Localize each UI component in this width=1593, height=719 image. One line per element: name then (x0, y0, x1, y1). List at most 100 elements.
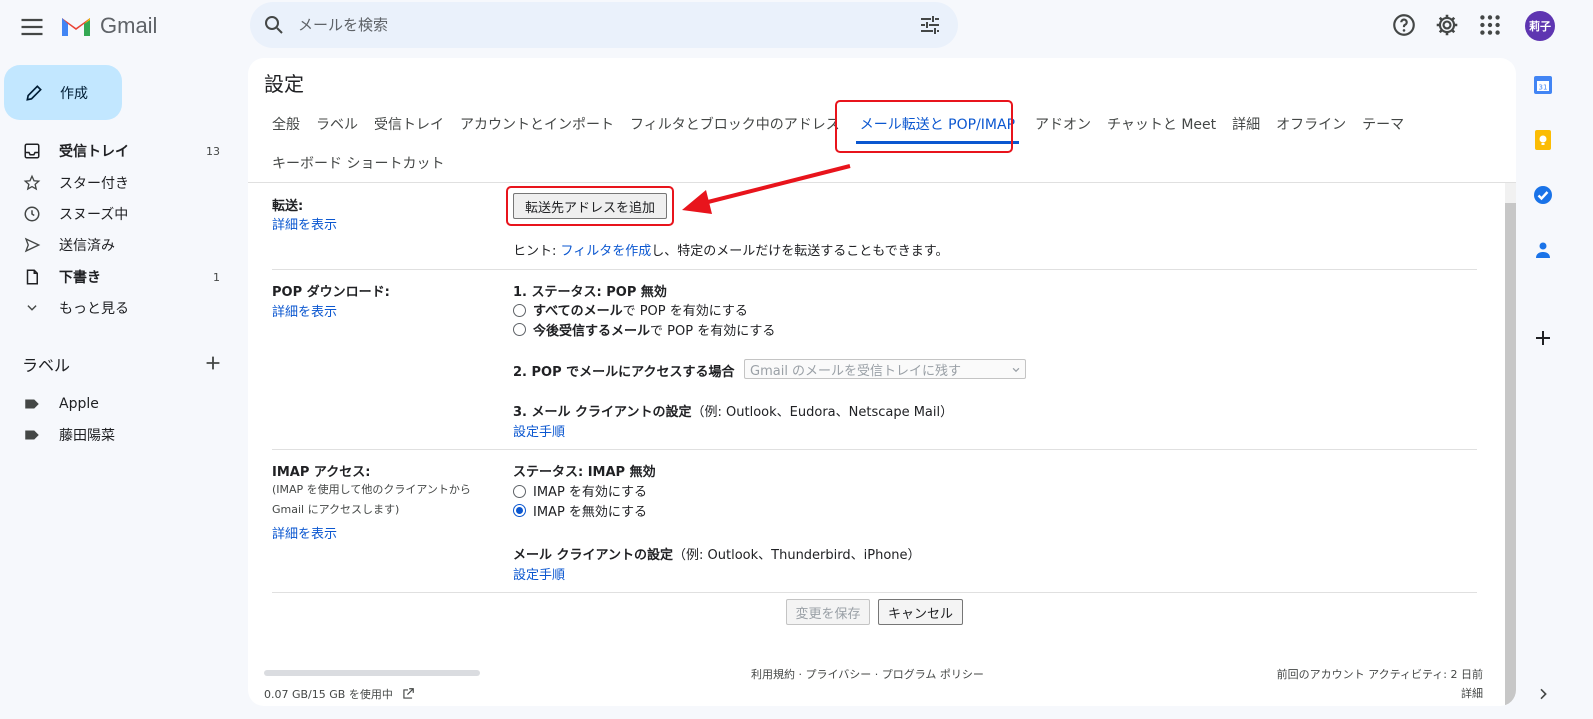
tab-filters-blocked[interactable]: フィルタとブロック中のアドレス (622, 114, 848, 134)
sidebar-item-sent[interactable]: 送信済み (0, 229, 236, 261)
main-menu-button[interactable] (18, 13, 46, 41)
annotation-highlight-button (506, 186, 674, 226)
pop-access-select[interactable]: Gmail のメールを受信トレイに残す (744, 359, 1026, 379)
labels-heading: ラベル (22, 356, 71, 375)
forwarding-label: 転送: (272, 199, 304, 214)
tab-labels[interactable]: ラベル (308, 114, 366, 134)
label-tag-icon (22, 425, 42, 445)
pencil-icon (26, 84, 42, 101)
imap-details-link[interactable]: 詳細を表示 (272, 523, 337, 542)
send-icon (22, 235, 42, 255)
section-divider (272, 449, 1477, 450)
chevron-down-icon (22, 298, 42, 318)
add-addon-icon[interactable] (1531, 326, 1555, 350)
keep-notes-icon[interactable] (1531, 128, 1555, 152)
forwarding-details-link[interactable]: 詳細を表示 (272, 214, 337, 233)
settings-gear-icon[interactable] (1434, 12, 1460, 38)
tab-inbox[interactable]: 受信トレイ (366, 114, 452, 134)
chevron-right-icon[interactable] (1535, 686, 1551, 702)
draft-icon (22, 267, 42, 287)
tab-themes[interactable]: テーマ (1354, 114, 1412, 134)
pop-all-mail-option: すべてのメールで POP を有効にする (533, 300, 748, 319)
last-activity: 前回のアカウント アクティビティ: 2 日前 (1276, 668, 1483, 681)
page-title: 設定 (264, 72, 304, 96)
compose-button[interactable]: 作成 (4, 65, 122, 120)
hint-suffix: し、特定のメールだけを転送することもできます。 (651, 244, 949, 259)
annotation-highlight-tab (835, 100, 1013, 153)
app-name: Gmail (100, 13, 158, 38)
tabs-divider (248, 182, 1516, 183)
client-bold: メール クライアントの設定 (513, 548, 674, 563)
search-bar[interactable] (250, 2, 958, 48)
imap-enable-radio[interactable] (513, 485, 526, 498)
compose-label: 作成 (60, 85, 88, 102)
sidebar-item-snoozed[interactable]: スヌーズ中 (0, 198, 236, 230)
annotation-arrow-icon (682, 164, 851, 214)
pop-setup-link[interactable]: 設定手順 (513, 421, 565, 440)
section-divider (272, 592, 1477, 593)
option-bold: 今後受信するメール (533, 324, 651, 339)
sidebar-item-starred[interactable]: スター付き (0, 167, 236, 199)
save-changes-button[interactable]: 変更を保存 (786, 599, 870, 625)
label-item-apple[interactable]: Apple (0, 388, 236, 420)
label-item-fujita[interactable]: 藤田陽菜 (0, 419, 236, 451)
tab-general[interactable]: 全般 (264, 114, 308, 134)
tab-offline[interactable]: オフライン (1268, 114, 1354, 134)
item-count: 1 (213, 270, 220, 284)
sidebar-item-drafts[interactable]: 下書き 1 (0, 261, 236, 293)
pop-all-mail-radio[interactable] (513, 304, 526, 317)
create-filter-link[interactable]: フィルタを作成 (561, 244, 652, 259)
storage-usage: 0.07 GB/15 GB を使用中 (264, 686, 415, 702)
imap-client-settings: メール クライアントの設定（例: Outlook、Thunderbird、iPh… (513, 544, 921, 563)
sidebar-item-label: もっと見る (59, 301, 129, 317)
cancel-button[interactable]: キャンセル (878, 599, 963, 625)
open-external-icon[interactable] (401, 687, 415, 701)
section-divider (272, 269, 1477, 270)
search-icon[interactable] (262, 13, 286, 37)
pop-status: 1. ステータス: POP 無効 (513, 285, 667, 300)
gmail-logo[interactable]: Gmail (60, 13, 157, 39)
sidebar-item-label: 下書き (59, 270, 101, 286)
sidebar-item-label: スヌーズ中 (59, 207, 129, 223)
option-rest: で POP を有効にする (622, 304, 748, 319)
gmail-m-icon (62, 18, 90, 36)
sidebar-item-more[interactable]: もっと見る (0, 292, 236, 324)
imap-disable-radio[interactable] (513, 504, 526, 517)
sidebar-item-inbox[interactable]: 受信トレイ 13 (0, 135, 236, 167)
tab-addons[interactable]: アドオン (1027, 114, 1099, 134)
hamburger-menu-icon (21, 18, 43, 36)
pop-new-mail-radio[interactable] (513, 323, 526, 336)
option-rest: で POP を有効にする (650, 324, 776, 339)
horizontal-scrollbar[interactable] (264, 670, 480, 676)
imap-note-line2: Gmail にアクセスします) (272, 503, 400, 516)
chevron-down-icon (1012, 367, 1020, 373)
pop-details-link[interactable]: 詳細を表示 (272, 301, 337, 320)
account-avatar[interactable]: 莉子 (1525, 11, 1555, 41)
label-name: Apple (59, 396, 99, 412)
tab-chat-meet[interactable]: チャットと Meet (1099, 114, 1224, 134)
search-input[interactable] (296, 15, 900, 35)
contacts-icon[interactable] (1531, 238, 1555, 262)
tab-keyboard-shortcuts[interactable]: キーボード ショートカット (264, 153, 452, 173)
activity-details-link[interactable]: 詳細 (1461, 685, 1483, 701)
unread-count: 13 (206, 144, 220, 158)
imap-status: ステータス: IMAP 無効 (513, 465, 656, 480)
help-icon[interactable] (1391, 12, 1417, 38)
tasks-icon[interactable] (1531, 183, 1555, 207)
pop-client-settings: 3. メール クライアントの設定（例: Outlook、Eudora、Netsc… (513, 401, 953, 420)
search-options-icon[interactable] (918, 13, 942, 37)
add-label-icon[interactable] (202, 352, 224, 374)
apps-grid-icon[interactable] (1477, 12, 1503, 38)
footer-links[interactable]: 利用規約 · プライバシー · プログラム ポリシー (751, 666, 984, 682)
imap-setup-link[interactable]: 設定手順 (513, 564, 565, 583)
client-rest: （例: Outlook、Eudora、Netscape Mail） (691, 405, 954, 420)
calendar-icon[interactable]: 31 (1531, 73, 1555, 97)
tab-accounts-import[interactable]: アカウントとインポート (452, 114, 622, 134)
vertical-scrollbar[interactable] (1505, 183, 1516, 706)
sidebar-item-label: 受信トレイ (59, 144, 129, 160)
scrollbar-track-top (1505, 183, 1516, 203)
inbox-icon (22, 141, 42, 161)
select-value: Gmail のメールを受信トレイに残す (750, 363, 962, 379)
client-bold: 3. メール クライアントの設定 (513, 405, 692, 420)
tab-advanced[interactable]: 詳細 (1224, 114, 1268, 134)
